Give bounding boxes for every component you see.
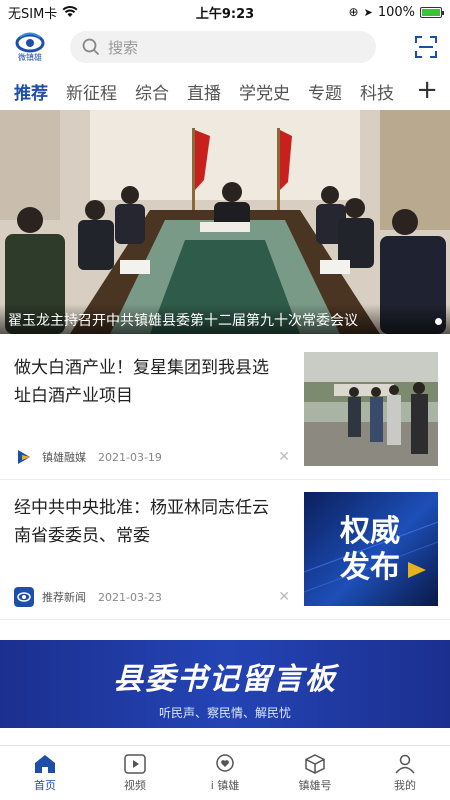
cube-icon	[305, 753, 325, 774]
secretary-message-board-banner[interactable]: 县委书记留言板 听民声、察民情、解民忧	[0, 640, 450, 728]
tab-topics[interactable]: 专题	[308, 79, 342, 104]
tab-i-zhenxiong-label: i 镇雄	[210, 778, 240, 792]
add-tab-button[interactable]: +	[416, 76, 438, 104]
tab-tech[interactable]: 科技	[360, 79, 394, 104]
dismiss-icon[interactable]: ✕	[278, 589, 290, 605]
thumbnail-text: 权威 发布	[340, 514, 400, 585]
tab-general[interactable]: 综合	[135, 79, 169, 104]
news-item[interactable]: 做大白酒产业！复星集团到我县选址白酒产业项目 镇雄融媒 2021-03-19 ✕	[0, 340, 450, 480]
news-title: 经中共中央批准：杨亚林同志任云南省委委员、常委	[14, 498, 269, 546]
carrier-label: 无SIM卡	[8, 6, 58, 22]
chat-heart-icon	[216, 753, 234, 772]
tab-video-label: 视频	[124, 778, 146, 792]
tab-party-history[interactable]: 学党史	[239, 79, 290, 104]
news-meta: 镇雄融媒 2021-03-19	[14, 447, 162, 467]
header: 微镇雄 搜索	[0, 24, 450, 70]
status-right: ⊕ ➤ 100%	[348, 4, 444, 20]
tab-home-label: 首页	[34, 778, 56, 792]
news-thumbnail	[304, 352, 438, 466]
status-left: 无SIM卡	[8, 3, 78, 22]
tab-new-journey[interactable]: 新征程	[66, 79, 117, 104]
home-icon	[35, 754, 55, 773]
dismiss-icon[interactable]: ✕	[278, 449, 290, 465]
search-icon	[82, 38, 100, 56]
app-logo[interactable]: 微镇雄	[10, 32, 50, 63]
source-logo-icon	[14, 587, 34, 607]
news-source: 镇雄融媒	[42, 451, 86, 464]
meeting-photo	[0, 110, 450, 334]
news-thumbnail: 权威 发布	[304, 492, 438, 606]
search-input[interactable]: 搜索	[70, 31, 376, 63]
video-icon	[124, 753, 146, 774]
news-item[interactable]: 经中共中央批准：杨亚林同志任云南省委委员、常委 推荐新闻 2021-03-23 …	[0, 480, 450, 620]
bottom-tab-bar: 首页 视频 i 镇雄 镇雄号 我的	[0, 745, 450, 800]
ad-subtitle: 听民声、察民情、解民忧	[158, 706, 291, 720]
tab-video[interactable]: 视频	[90, 746, 180, 800]
source-logo-icon	[14, 447, 34, 467]
battery-icon	[420, 6, 444, 18]
scan-icon	[415, 36, 437, 58]
battery-percent: 100%	[377, 4, 415, 20]
news-meta: 推荐新闻 2021-03-23	[14, 587, 162, 607]
logo-icon	[15, 32, 45, 52]
headline-banner[interactable]: 翟玉龙主持召开中共镇雄县委第十二届第九十次常委会议	[0, 110, 450, 334]
ad-title: 县委书记留言板	[113, 662, 337, 697]
tab-live[interactable]: 直播	[187, 79, 221, 104]
user-icon	[395, 754, 415, 773]
tab-i-zhenxiong[interactable]: i 镇雄	[180, 746, 270, 800]
search-placeholder: 搜索	[108, 38, 139, 57]
location-icon: ➤	[363, 5, 373, 19]
news-title: 做大白酒产业！复星集团到我县选址白酒产业项目	[14, 358, 269, 406]
category-tabs: 推荐 新征程 综合 直播 学党史 专题 科技 +	[0, 72, 450, 110]
tab-home[interactable]: 首页	[0, 746, 90, 800]
tab-me-label: 我的	[394, 778, 416, 792]
banner-caption: 翟玉龙主持召开中共镇雄县委第十二届第九十次常委会议	[0, 304, 450, 334]
news-date: 2021-03-19	[98, 450, 162, 464]
scan-button[interactable]	[412, 33, 440, 61]
news-source: 推荐新闻	[42, 591, 86, 604]
orientation-lock-icon: ⊕	[348, 5, 359, 19]
tab-me[interactable]: 我的	[360, 746, 450, 800]
tab-zhenxiong-account[interactable]: 镇雄号	[270, 746, 360, 800]
tab-recommend[interactable]: 推荐	[14, 79, 48, 104]
tab-zhenxiong-account-label: 镇雄号	[298, 778, 332, 792]
carousel-indicator	[435, 318, 442, 325]
news-date: 2021-03-23	[98, 590, 162, 604]
wifi-icon	[62, 6, 78, 17]
logo-text: 微镇雄	[18, 52, 42, 62]
status-bar: 无SIM卡 上午9:23 ⊕ ➤ 100%	[0, 0, 450, 24]
